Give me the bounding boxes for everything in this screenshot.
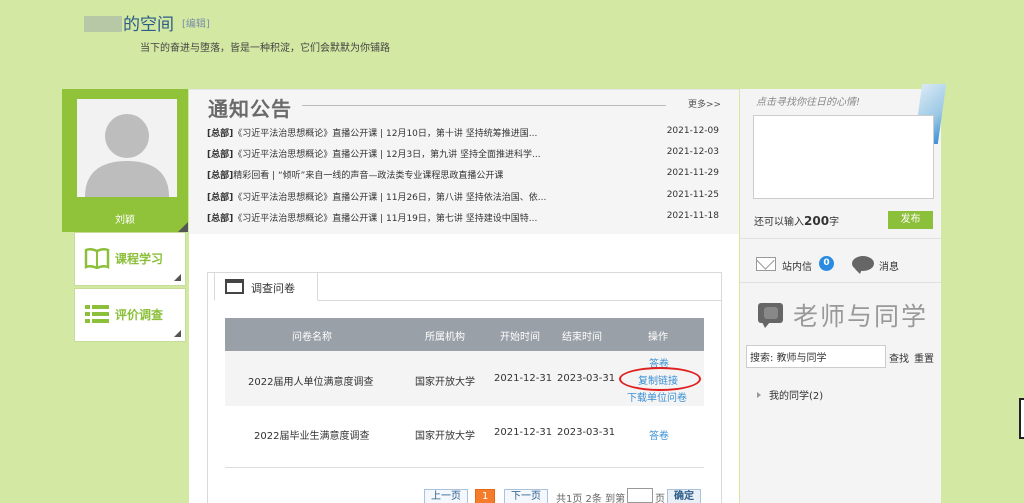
blurred-username <box>84 16 122 32</box>
window-icon <box>225 279 244 294</box>
col-header: 操作 <box>648 332 668 343</box>
motto-text: 当下的奋进与堕落，皆是一种积淀，它们会默默为你铺路 <box>140 43 390 54</box>
col-header: 问卷名称 <box>292 332 332 343</box>
inbox-count-badge: 0 <box>819 256 834 271</box>
notice-item[interactable]: [总部]《习近平法治思想概论》直播公开课 | 12月3日，第九讲 坚持全面推进科… <box>207 147 719 163</box>
download-unit-survey-link[interactable]: 下载单位问卷 <box>627 389 687 404</box>
current-page-button[interactable]: 1 <box>475 489 496 503</box>
pager-page-unit: 页 <box>655 494 665 503</box>
survey-start: 2021-12-31 <box>494 373 553 384</box>
inbox-link[interactable]: 站内信 <box>782 258 812 273</box>
survey-name: 2022届用人单位满意度调查 <box>248 377 374 388</box>
notice-item[interactable]: [总部]《习近平法治思想概论》直播公开课 | 12月10日，第十讲 坚持统筹推进… <box>207 126 719 142</box>
reset-button[interactable]: 重置 <box>914 350 934 365</box>
survey-org: 国家开放大学 <box>415 431 475 442</box>
nav-evaluation[interactable]: 评价调查 <box>74 288 186 342</box>
table-row: 2022届毕业生满意度调查 国家开放大学 2021-12-31 2023-03-… <box>225 406 704 460</box>
messages-link[interactable]: 消息 <box>879 258 899 273</box>
notice-item[interactable]: [总部]《习近平法治思想概论》直播公开课 | 11月26日，第八讲 坚持依法治国… <box>207 190 719 206</box>
open-book-icon <box>84 247 110 273</box>
nav-evaluation-label: 评价调查 <box>115 308 164 322</box>
tab-survey-label: 调查问卷 <box>251 282 295 295</box>
col-header: 结束时间 <box>562 332 602 343</box>
edge-widget[interactable] <box>1019 398 1024 439</box>
notice-title: 通知公告 <box>208 97 292 121</box>
profile-name[interactable]: 刘颖 <box>62 211 188 226</box>
publish-button[interactable]: 发布 <box>888 211 933 229</box>
nav-course-label: 课程学习 <box>115 252 164 266</box>
nav-corner <box>174 330 181 337</box>
chat-icon <box>758 303 783 328</box>
tab-border <box>318 300 722 301</box>
survey-name: 2022届毕业生满意度调查 <box>254 431 370 442</box>
notice-more-link[interactable]: 更多>> <box>688 97 721 110</box>
table-bottom-line <box>225 467 704 468</box>
notice-item[interactable]: [总部]《习近平法治思想概论》直播公开课 | 11月19日，第七讲 坚持建设中国… <box>207 211 719 227</box>
divider <box>740 238 941 239</box>
pager-summary: 共1页 2条 到第 <box>556 494 626 503</box>
survey-end: 2023-03-31 <box>557 427 616 438</box>
nav-corner <box>174 274 181 281</box>
teachers-classmates-title: 老师与同学 <box>793 302 929 331</box>
space-title: 的空间 <box>84 10 174 35</box>
search-input[interactable] <box>746 345 886 368</box>
page-jump-confirm-button[interactable]: 确定 <box>667 489 701 503</box>
expand-arrow-icon[interactable] <box>757 392 761 398</box>
notice-divider <box>302 105 666 106</box>
list-icon <box>84 303 110 329</box>
chat-bubble-icon[interactable] <box>852 256 874 274</box>
survey-org: 国家开放大学 <box>415 377 475 388</box>
next-page-button[interactable]: 下一页 <box>504 489 548 503</box>
page-jump-input[interactable] <box>627 488 653 503</box>
divider <box>740 282 941 283</box>
char-count: 还可以输入200字 <box>754 214 840 228</box>
my-classmates-node[interactable]: 我的同学(2) <box>757 387 823 402</box>
search-button[interactable]: 查找 <box>889 350 909 365</box>
col-header: 所属机构 <box>425 332 465 343</box>
edit-link[interactable]: [编辑] <box>182 15 210 30</box>
tab-survey[interactable]: 调查问卷 <box>214 272 318 301</box>
answer-link[interactable]: 答卷 <box>649 427 669 442</box>
mood-hint[interactable]: 点击寻找你往日的心情! <box>756 93 860 108</box>
prev-page-button[interactable]: 上一页 <box>424 489 468 503</box>
col-header: 开始时间 <box>500 332 540 343</box>
avatar[interactable] <box>77 99 177 197</box>
survey-start: 2021-12-31 <box>494 427 553 438</box>
envelope-icon[interactable] <box>756 257 776 271</box>
default-avatar-icon <box>85 114 169 197</box>
notice-item[interactable]: [总部]精彩回看 | “倾听”来自一线的声音—政法类专业课程思政直播公开课 202… <box>207 168 719 184</box>
survey-table-header: 问卷名称 所属机构 开始时间 结束时间 操作 <box>225 318 704 351</box>
mood-textarea[interactable] <box>753 115 934 199</box>
highlight-ellipse <box>619 367 701 391</box>
survey-end: 2023-03-31 <box>557 373 616 384</box>
nav-course-study[interactable]: 课程学习 <box>74 232 186 286</box>
